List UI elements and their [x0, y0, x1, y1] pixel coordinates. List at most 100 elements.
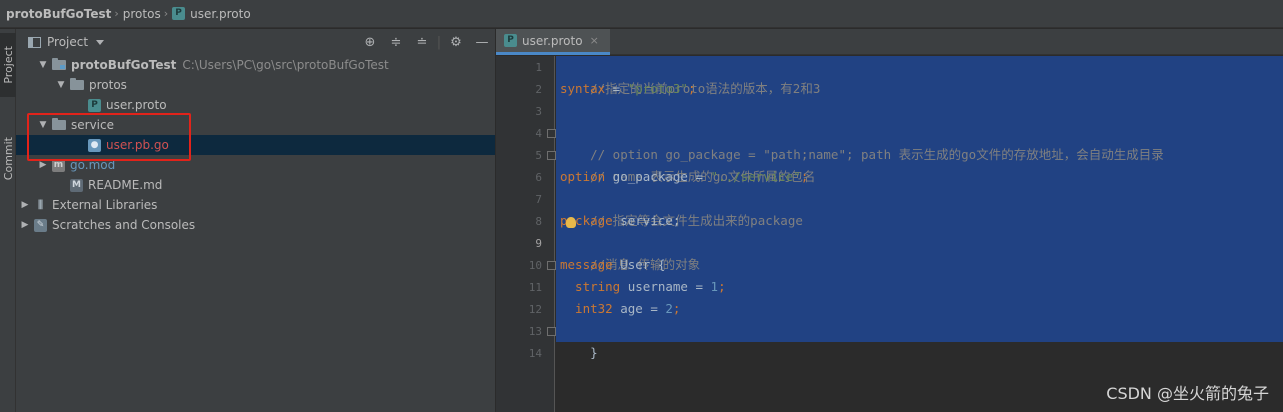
watermark: CSDN @坐火箭的兔子: [1106, 384, 1269, 403]
tree-item-user-proto[interactable]: ▼ P user.proto: [16, 95, 495, 115]
target-icon[interactable]: ⊕: [357, 29, 383, 55]
line-number: 3: [535, 105, 542, 118]
code-text: User {: [612, 257, 666, 272]
folder-icon: [52, 58, 66, 70]
code-punct: ;: [718, 279, 726, 294]
navigation-bar: protoBufGoTest › protos › P user.proto: [0, 0, 1283, 28]
line-number: 6: [535, 171, 542, 184]
proto-file-icon: P: [88, 98, 101, 112]
code-line-5: // name 表示生成的go文件所属的包名: [560, 144, 815, 184]
project-view-icon: [28, 36, 41, 48]
tree-item-readme[interactable]: ▼ M README.md: [16, 175, 495, 195]
proto-file-icon: P: [172, 7, 186, 20]
tree-item-label: Scratches and Consoles: [52, 218, 196, 232]
code-keyword: syntax: [560, 81, 606, 96]
project-tool-tab-label: Project: [1, 46, 15, 84]
code-line-11: string username = 1;: [560, 276, 726, 298]
code-number: 1: [710, 279, 719, 294]
code-line-1: //指定的当前proto语法的版本，有2和3: [560, 56, 820, 96]
project-panel-toolbar: ⊕ ≑ ≐ | ⚙ —: [357, 29, 495, 55]
expand-all-icon[interactable]: ≑: [383, 29, 409, 55]
chevron-right-icon: ›: [114, 7, 119, 20]
code-line-10: message User {: [560, 254, 665, 276]
gear-icon[interactable]: ⚙: [443, 29, 469, 55]
code-keyword: string: [560, 279, 621, 294]
code-line-8: package service;: [560, 210, 680, 232]
code-line-2: syntax = "proto3";: [560, 78, 695, 100]
tool-window-strip: Project Commit: [0, 29, 16, 412]
fold-marker-icon[interactable]: [547, 129, 556, 138]
editor-gutter: 1 2 3 4 5 6 7 8 9 10 11 12 13 14: [496, 56, 556, 412]
commit-tool-tab-label: Commit: [1, 137, 15, 181]
code-text: go_package =: [605, 169, 711, 184]
code-text: service;: [612, 213, 681, 228]
chevron-right-icon[interactable]: ▶: [36, 160, 50, 170]
tree-item-external-libraries[interactable]: ▶ ⦀ External Libraries: [16, 195, 495, 215]
line-number-current: 9: [535, 237, 542, 250]
line-number: 12: [528, 303, 542, 316]
code-keyword: message: [560, 257, 613, 272]
tree-item-path: C:\Users\PC\go\src\protoBufGoTest: [182, 58, 389, 72]
project-panel-header: Project ⊕ ≑ ≐ | ⚙ —: [16, 29, 495, 55]
chevron-down-icon[interactable]: ▼: [36, 60, 50, 70]
code-string: "proto3": [627, 81, 688, 96]
tree-item-label: External Libraries: [52, 198, 158, 212]
fold-marker-icon[interactable]: [547, 327, 556, 336]
code-line-7: // 指定等会文件生成出来的package: [560, 188, 803, 228]
code-keyword: int32: [560, 301, 613, 316]
project-tool-tab[interactable]: Project: [0, 33, 16, 97]
tab-label: user.proto: [522, 33, 583, 48]
chevron-down-icon[interactable]: [96, 39, 105, 45]
code-line-12: int32 age = 2;: [560, 298, 680, 320]
code-line-6: option go_package = "../service";: [560, 166, 808, 188]
minimize-icon[interactable]: —: [469, 29, 495, 55]
commit-tool-tab[interactable]: Commit: [0, 129, 16, 189]
fold-marker-icon[interactable]: [547, 261, 556, 270]
breadcrumb-project[interactable]: protoBufGoTest: [6, 7, 111, 21]
tree-item-scratches[interactable]: ▶ ✎ Scratches and Consoles: [16, 215, 495, 235]
proto-file-icon: P: [504, 34, 517, 47]
tree-item-protos[interactable]: ▼ protos: [16, 75, 495, 95]
code-line-9: //消息 传输的对象: [560, 232, 700, 272]
code-text: username =: [620, 279, 711, 294]
code-text: =: [605, 81, 628, 96]
code-number: 2: [665, 301, 673, 316]
line-number: 8: [535, 215, 542, 228]
markdown-file-icon: M: [70, 178, 83, 192]
line-number: 5: [535, 149, 542, 162]
chevron-right-icon[interactable]: ▶: [18, 200, 32, 210]
code-punct: ;: [800, 169, 809, 184]
tree-item-label: README.md: [88, 178, 163, 192]
breadcrumb-file[interactable]: user.proto: [190, 7, 251, 21]
scratches-icon: ✎: [34, 218, 47, 232]
code-keyword: option: [560, 169, 606, 184]
line-number: 13: [528, 325, 542, 338]
line-number: 1: [535, 61, 542, 74]
line-number: 10: [528, 259, 542, 272]
tab-user-proto[interactable]: P user.proto ×: [496, 29, 610, 55]
fold-marker-icon[interactable]: [547, 151, 556, 160]
close-icon[interactable]: ×: [590, 34, 599, 47]
breadcrumb-folder[interactable]: protos: [123, 7, 161, 21]
tree-item-label: protos: [89, 78, 127, 92]
chevron-down-icon[interactable]: ▼: [54, 80, 68, 90]
chevron-right-icon[interactable]: ▶: [18, 220, 32, 230]
project-panel: Project ⊕ ≑ ≐ | ⚙ — ▼ protoBufGoTest C:\…: [16, 29, 495, 412]
code-text: }: [590, 345, 598, 360]
collapse-all-icon[interactable]: ≐: [409, 29, 435, 55]
chevron-right-icon: ›: [163, 7, 169, 20]
line-number: 11: [528, 281, 542, 294]
tree-item-label: user.proto: [106, 98, 167, 112]
code-punct: ;: [672, 301, 681, 316]
line-number: 7: [535, 193, 542, 206]
tree-item-root[interactable]: ▼ protoBufGoTest C:\Users\PC\go\src\prot…: [16, 55, 495, 75]
code-text: age =: [612, 301, 666, 316]
toolbar-divider: |: [436, 34, 442, 50]
lightbulb-icon[interactable]: [566, 217, 576, 228]
line-number: 14: [528, 347, 542, 360]
project-view-title[interactable]: Project: [47, 35, 88, 49]
code-line-13: }: [560, 320, 598, 360]
code-punct: ;: [687, 81, 696, 96]
code-editor[interactable]: //指定的当前proto语法的版本，有2和3 syntax = "proto3"…: [556, 56, 1283, 412]
code-line-4: // option go_package = "path;name"; path…: [560, 122, 1164, 162]
